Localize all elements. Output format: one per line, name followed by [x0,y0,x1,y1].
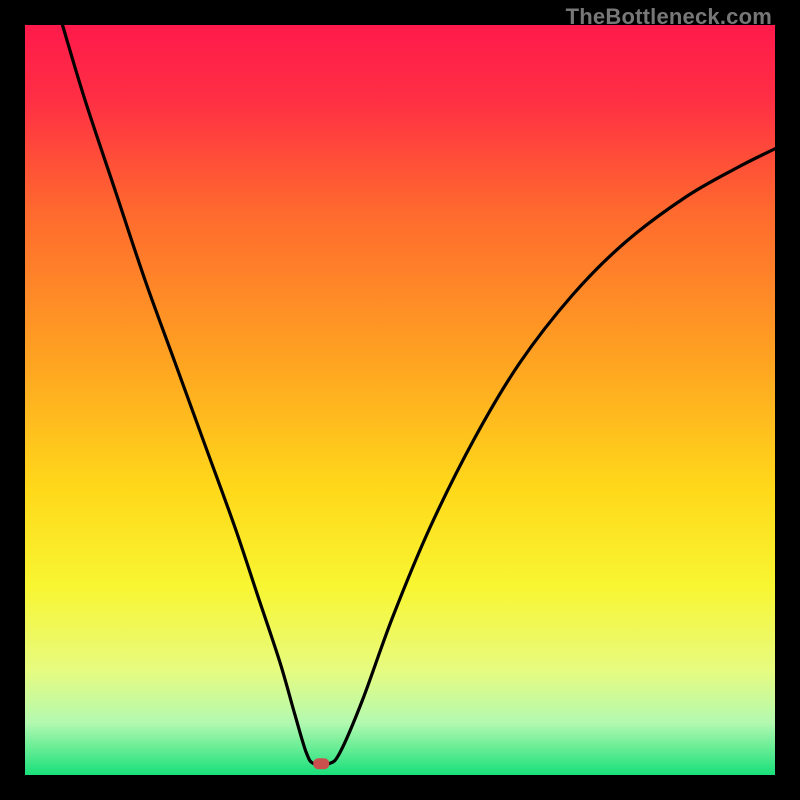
chart-background [25,25,775,775]
minimum-marker [313,758,329,769]
chart-svg [25,25,775,775]
chart-frame [25,25,775,775]
